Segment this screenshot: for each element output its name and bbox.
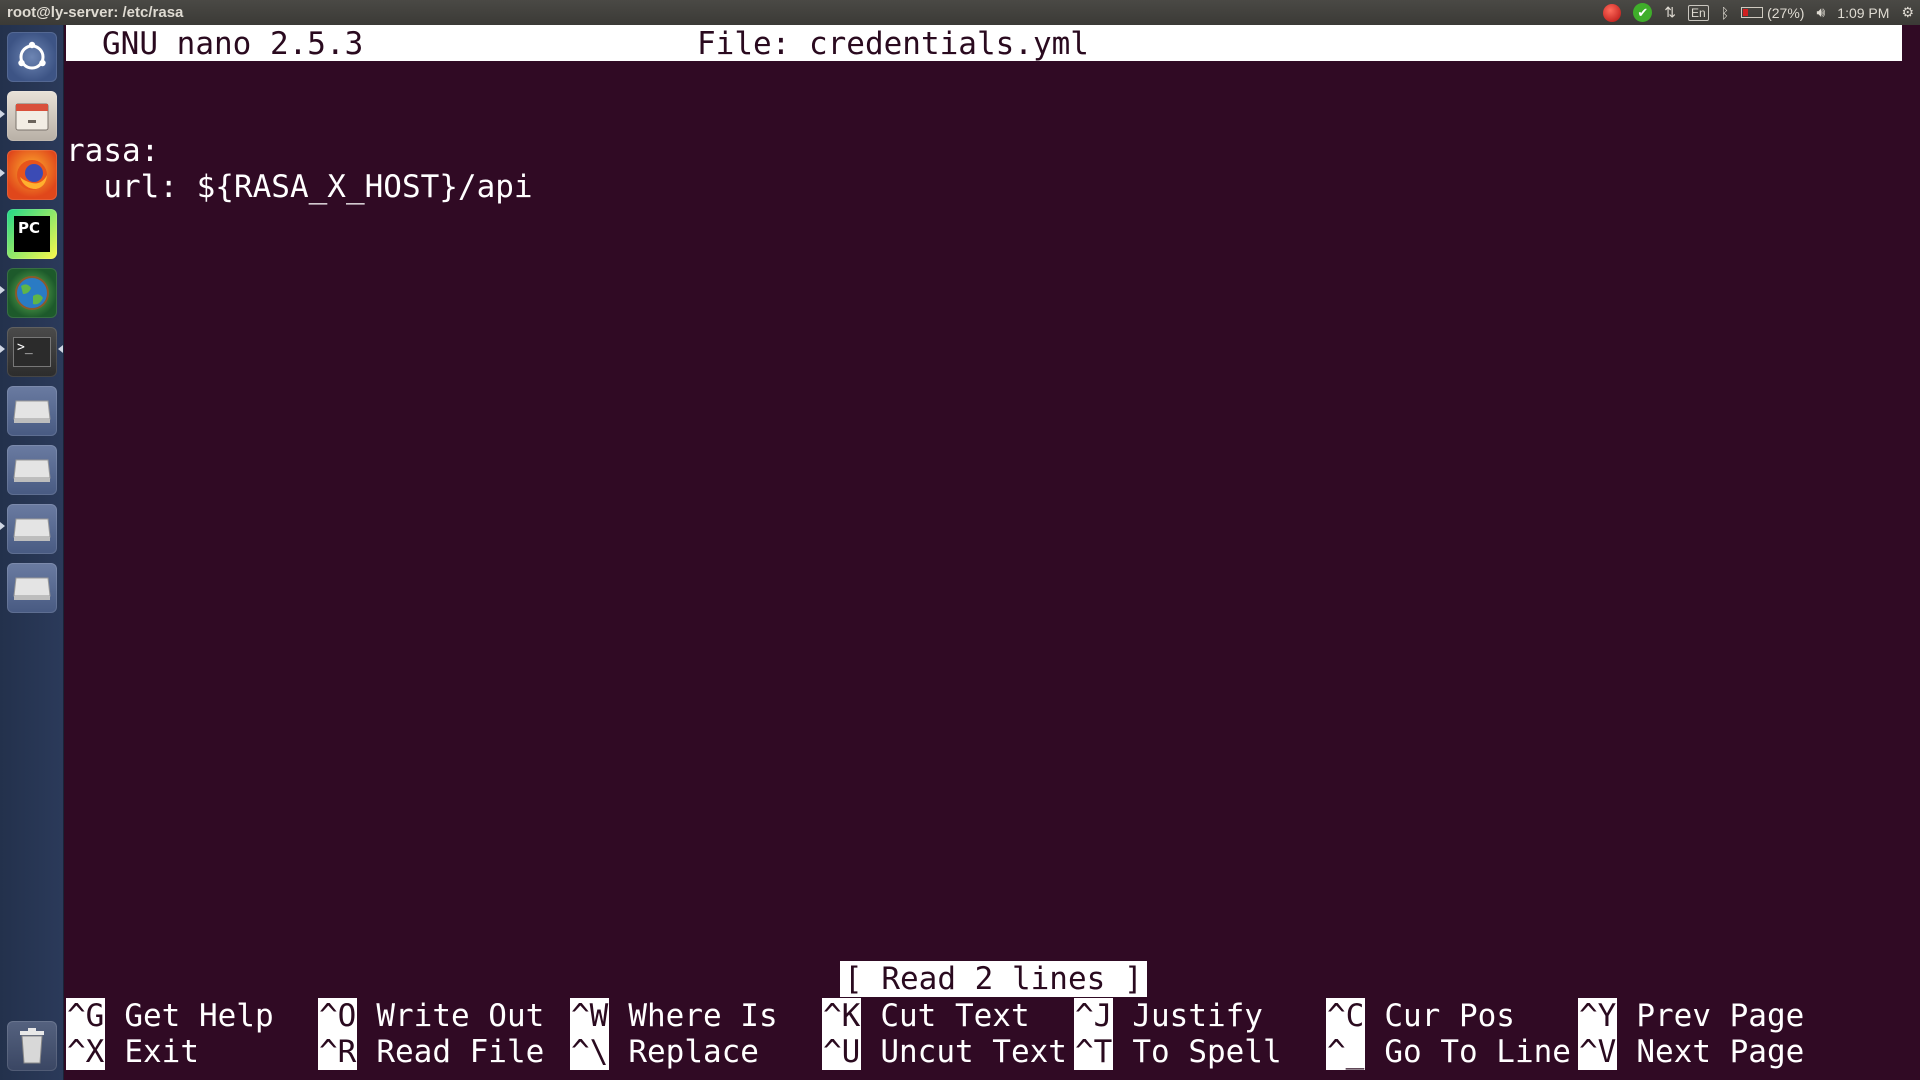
text-line[interactable]: rasa: bbox=[66, 133, 159, 169]
volume-icon[interactable]: 🔊︎ bbox=[1816, 4, 1825, 21]
trash-icon[interactable] bbox=[7, 1021, 57, 1071]
file-manager-icon[interactable] bbox=[7, 91, 57, 141]
top-panel: root@ly-server: /etc/rasa ✔ ⇅ En ᛒ (27%)… bbox=[0, 0, 1920, 25]
launcher: PC >_ bbox=[0, 25, 64, 1080]
shortcut-replace[interactable]: ^\ Replace bbox=[570, 1034, 759, 1070]
text-line[interactable]: url: ${RASA_X_HOST}/api bbox=[66, 169, 532, 205]
drive-icon[interactable] bbox=[7, 504, 57, 554]
shortcut-prev-page[interactable]: ^Y Prev Page bbox=[1578, 998, 1804, 1034]
file-name: File: credentials.yml bbox=[697, 26, 1089, 62]
record-icon[interactable] bbox=[1603, 3, 1622, 22]
shortcut-get-help[interactable]: ^G Get Help bbox=[66, 998, 274, 1034]
status-message: [ Read 2 lines ] bbox=[840, 961, 1147, 997]
shortcut-to-spell[interactable]: ^T To Spell bbox=[1074, 1034, 1282, 1070]
nano-version: GNU nano 2.5.3 bbox=[102, 26, 364, 62]
shortcut-exit[interactable]: ^X Exit bbox=[66, 1034, 199, 1070]
window-title: root@ly-server: /etc/rasa bbox=[7, 4, 184, 21]
shortcut-write-out[interactable]: ^O Write Out bbox=[318, 998, 544, 1034]
nano-editor[interactable]: GNU nano 2.5.3 File: credentials.yml ras… bbox=[66, 25, 1920, 1080]
indicator-area: ✔ ⇅ En ᛒ (27%) 🔊︎ 1:09 PM ⚙ bbox=[1603, 0, 1914, 25]
drive-icon[interactable] bbox=[7, 386, 57, 436]
network-arrows-icon[interactable]: ⇅ bbox=[1664, 4, 1676, 21]
shortcut-cur-pos[interactable]: ^C Cur Pos bbox=[1326, 998, 1515, 1034]
terminal-scrollbar[interactable] bbox=[1902, 25, 1920, 1080]
shortcut-cut-text[interactable]: ^K Cut Text bbox=[822, 998, 1030, 1034]
browser-globe-icon[interactable] bbox=[7, 268, 57, 318]
ubuntu-dash-icon[interactable] bbox=[7, 32, 57, 82]
shortcut-justify[interactable]: ^J Justify bbox=[1074, 998, 1263, 1034]
pycharm-icon[interactable]: PC bbox=[7, 209, 57, 259]
battery-percent: (27%) bbox=[1767, 4, 1805, 21]
drive-icon[interactable] bbox=[7, 445, 57, 495]
battery-icon bbox=[1741, 7, 1764, 18]
shortcut-read-file[interactable]: ^R Read File bbox=[318, 1034, 544, 1070]
gear-icon[interactable]: ⚙ bbox=[1901, 4, 1914, 21]
drive-icon[interactable] bbox=[7, 563, 57, 613]
shortcut-go-to-line[interactable]: ^_ Go To Line bbox=[1326, 1034, 1571, 1070]
nano-title-bar: GNU nano 2.5.3 File: credentials.yml bbox=[66, 25, 1902, 62]
battery-indicator[interactable]: (27%) bbox=[1741, 5, 1804, 21]
keyboard-layout-indicator[interactable]: En bbox=[1688, 4, 1709, 21]
shortcut-where-is[interactable]: ^W Where Is bbox=[570, 998, 778, 1034]
terminal-icon[interactable]: >_ bbox=[7, 327, 57, 377]
clock[interactable]: 1:09 PM bbox=[1837, 5, 1889, 21]
firefox-icon[interactable] bbox=[7, 150, 57, 200]
shortcut-uncut-text[interactable]: ^U Uncut Text bbox=[822, 1034, 1067, 1070]
shortcut-next-page[interactable]: ^V Next Page bbox=[1578, 1034, 1804, 1070]
bluetooth-icon[interactable]: ᛒ bbox=[1721, 5, 1729, 21]
check-icon[interactable]: ✔ bbox=[1633, 3, 1653, 22]
